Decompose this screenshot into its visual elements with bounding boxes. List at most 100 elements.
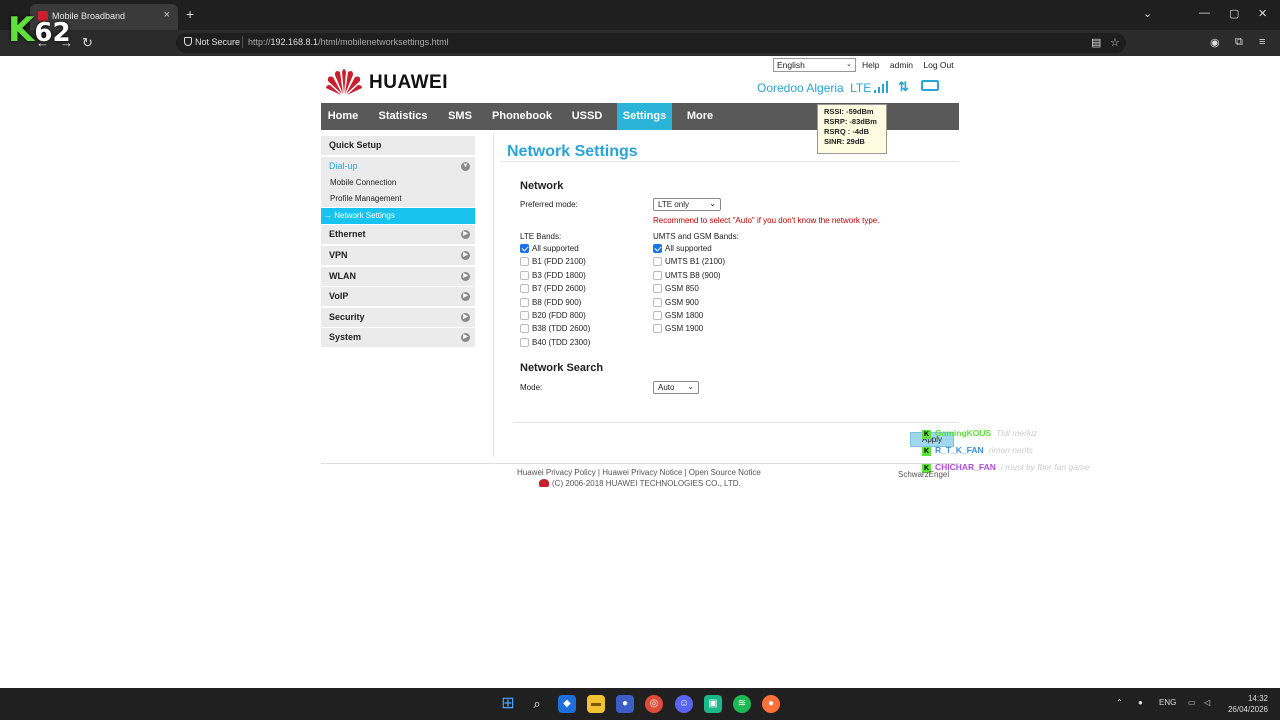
- sidebar-profile-management[interactable]: Profile Management: [321, 191, 475, 207]
- collapse-arrow-icon: ▼: [461, 162, 470, 171]
- network-icon[interactable]: ▭: [1188, 698, 1196, 707]
- defender-shield-icon[interactable]: ◆: [558, 695, 576, 713]
- address-bar[interactable]: Not Secure http://192.168.8.1/html/mobil…: [176, 33, 1126, 53]
- microphone-icon[interactable]: ●: [1138, 698, 1143, 707]
- menu-statistics[interactable]: Statistics: [373, 103, 433, 130]
- sidebar-security[interactable]: Security ▶: [321, 308, 475, 327]
- lte-band-checkbox[interactable]: B20 (FDD 800): [520, 311, 586, 320]
- firefox-alt-icon[interactable]: ●: [616, 695, 634, 713]
- top-links: Help admin Log Out: [862, 60, 962, 70]
- sidebar-quick-setup[interactable]: Quick Setup: [321, 136, 475, 155]
- sidebar-network-settings[interactable]: → Network Settings: [321, 208, 475, 224]
- sidebar-voip[interactable]: VoIP ▶: [321, 287, 475, 306]
- lte-band-checkbox[interactable]: B1 (FDD 2100): [520, 257, 586, 267]
- logout-link[interactable]: Log Out: [923, 60, 953, 70]
- minimize-icon[interactable]: —: [1199, 7, 1210, 19]
- checkbox-empty-icon[interactable]: [653, 257, 662, 267]
- checkbox-empty-icon[interactable]: [520, 311, 529, 320]
- tab-list-chevron-icon[interactable]: ⌄: [1143, 7, 1152, 20]
- checkbox-empty-icon[interactable]: [520, 270, 529, 280]
- extensions-icon[interactable]: ⧉: [1235, 36, 1243, 49]
- discord-icon[interactable]: ☺: [675, 695, 693, 713]
- language-select[interactable]: English ⌄: [773, 58, 856, 72]
- menu-more[interactable]: More: [680, 103, 720, 130]
- checkbox-empty-icon[interactable]: [520, 297, 529, 307]
- checkbox-empty-icon[interactable]: [520, 284, 529, 294]
- umts-gsm-band-checkbox[interactable]: All supported: [653, 244, 712, 253]
- maximize-icon[interactable]: ▢: [1229, 7, 1239, 20]
- sidebar-dialup[interactable]: Dial-up ▼: [321, 157, 475, 176]
- search-icon[interactable]: ⌕: [528, 695, 546, 713]
- sidebar-mobile-connection[interactable]: Mobile Connection: [321, 175, 475, 191]
- help-link[interactable]: Help: [862, 60, 879, 70]
- menu-sms[interactable]: SMS: [441, 103, 479, 130]
- data-transfer-icon[interactable]: ⇅: [898, 79, 909, 95]
- close-window-icon[interactable]: ✕: [1258, 7, 1267, 20]
- checkbox-empty-icon[interactable]: [520, 257, 529, 267]
- input-language[interactable]: ENG: [1159, 698, 1176, 707]
- umts-gsm-band-checkbox[interactable]: GSM 1900: [653, 324, 703, 334]
- sidebar-system[interactable]: System ▶: [321, 328, 475, 347]
- close-tab-icon[interactable]: ×: [164, 9, 170, 21]
- account-icon[interactable]: ◉: [1210, 36, 1220, 49]
- game-launcher-icon[interactable]: ▣: [704, 695, 722, 713]
- menu-home[interactable]: Home: [321, 103, 365, 130]
- privacy-policy-link[interactable]: Huawei Privacy Policy: [517, 468, 596, 477]
- chat-badge-icon: K: [922, 430, 931, 439]
- lte-band-checkbox[interactable]: B40 (TDD 2300): [520, 337, 590, 347]
- umts-gsm-band-checkbox[interactable]: GSM 1800: [653, 311, 703, 320]
- checkbox-empty-icon[interactable]: [520, 337, 529, 347]
- lte-band-checkbox[interactable]: B8 (FDD 900): [520, 297, 581, 307]
- umts-gsm-band-checkbox[interactable]: UMTS B1 (2100): [653, 257, 725, 267]
- user-link[interactable]: admin: [890, 60, 913, 70]
- umts-gsm-band-checkbox[interactable]: GSM 900: [653, 297, 699, 307]
- volume-icon[interactable]: ◁: [1204, 698, 1210, 707]
- umts-gsm-band-checkbox[interactable]: GSM 850: [653, 284, 699, 294]
- lte-band-checkbox[interactable]: B38 (TDD 2600): [520, 324, 591, 334]
- umts-gsm-band-checkbox[interactable]: UMTS B8 (900): [653, 270, 721, 280]
- chrome-icon[interactable]: ◎: [645, 695, 663, 713]
- clock[interactable]: 14:32 26/04/2026: [1226, 693, 1268, 715]
- checkbox-checked-icon[interactable]: [520, 244, 529, 253]
- connected-device-icon[interactable]: [921, 80, 939, 91]
- open-source-link[interactable]: Open Source Notice: [689, 468, 761, 477]
- bookmark-star-icon[interactable]: ☆: [1110, 36, 1120, 49]
- checkbox-checked-icon[interactable]: [653, 244, 662, 253]
- umts-gsm-band-label: All supported: [665, 244, 712, 253]
- sidebar-vpn[interactable]: VPN ▶: [321, 246, 475, 265]
- checkbox-empty-icon[interactable]: [520, 324, 529, 334]
- chat-message: K GamingKOUS Tldl merkiz: [922, 428, 1037, 439]
- lte-band-label: B38 (TDD 2600): [532, 324, 591, 334]
- sidebar-wlan[interactable]: WLAN ▶: [321, 267, 475, 286]
- checkbox-empty-icon[interactable]: [653, 324, 662, 334]
- url-text[interactable]: http://192.168.8.1/html/mobilenetworkset…: [248, 37, 449, 47]
- site-security-indicator[interactable]: Not Secure: [184, 37, 240, 47]
- lte-band-checkbox[interactable]: B3 (FDD 1800): [520, 270, 586, 280]
- checkbox-empty-icon[interactable]: [653, 311, 662, 320]
- reader-mode-icon[interactable]: ▤: [1091, 36, 1101, 49]
- firefox-icon[interactable]: ●: [762, 695, 780, 713]
- menu-icon[interactable]: ≡: [1259, 36, 1265, 48]
- tray-chevron-icon[interactable]: ⌃: [1116, 698, 1123, 707]
- copyright-text: (C) 2006-2018 HUAWEI TECHNOLOGIES CO., L…: [552, 479, 741, 488]
- checkbox-empty-icon[interactable]: [653, 270, 662, 280]
- lte-band-label: B3 (FDD 1800): [532, 270, 586, 280]
- menu-ussd[interactable]: USSD: [565, 103, 609, 130]
- menu-phonebook[interactable]: Phonebook: [488, 103, 556, 130]
- lte-band-checkbox[interactable]: B7 (FDD 2600): [520, 284, 586, 294]
- sidebar-item-label: Quick Setup: [329, 140, 382, 150]
- new-tab-button[interactable]: +: [186, 6, 194, 22]
- spotify-icon[interactable]: ≋: [733, 695, 751, 713]
- signal-strength-icon[interactable]: [874, 81, 890, 93]
- sidebar-ethernet[interactable]: Ethernet ▶: [321, 225, 475, 244]
- search-mode-select[interactable]: Auto ⌄: [653, 381, 699, 394]
- menu-settings[interactable]: Settings: [617, 103, 672, 130]
- checkbox-empty-icon[interactable]: [653, 284, 662, 294]
- start-windows-icon[interactable]: ⊞: [499, 695, 517, 713]
- lte-band-checkbox[interactable]: All supported: [520, 244, 579, 253]
- preferred-mode-select[interactable]: LTE only ⌄: [653, 198, 721, 211]
- reload-icon[interactable]: ↻: [82, 35, 93, 51]
- checkbox-empty-icon[interactable]: [653, 297, 662, 307]
- file-explorer-icon[interactable]: ▬: [587, 695, 605, 713]
- privacy-notice-link[interactable]: Huawei Privacy Notice: [602, 468, 682, 477]
